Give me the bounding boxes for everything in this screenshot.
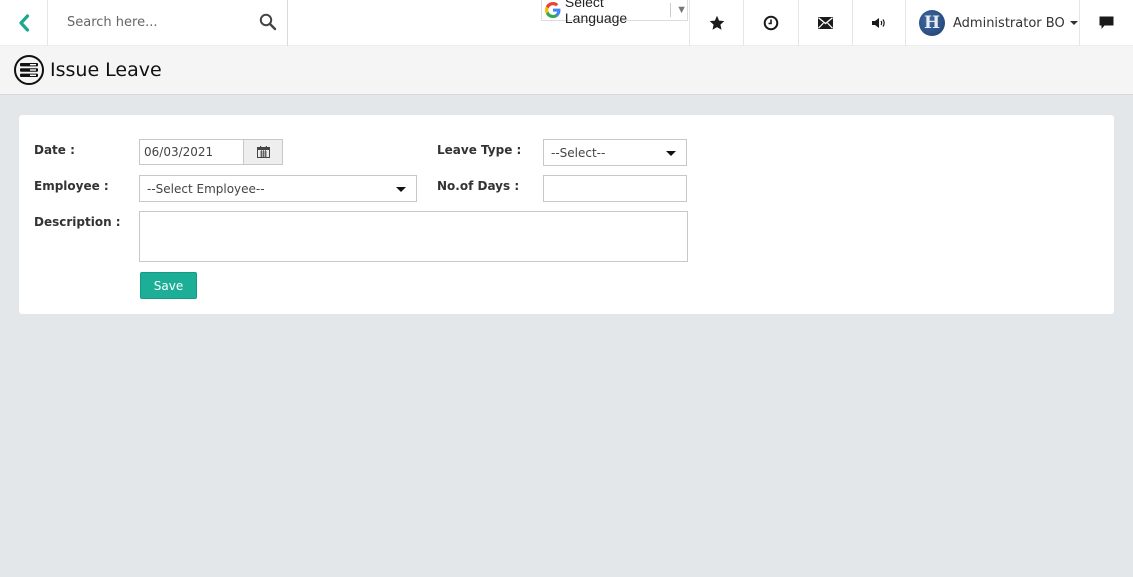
dropdown-arrow-icon [396, 187, 406, 192]
list-icon [14, 55, 44, 85]
calendar-icon [256, 146, 270, 158]
announcements-button[interactable] [852, 0, 905, 46]
leave-type-select[interactable]: --Select-- [543, 139, 687, 166]
issue-leave-form: Date : Employee : --Select Employee-- De… [19, 115, 1114, 314]
caret-down-icon [1069, 21, 1078, 25]
volume-icon [872, 18, 885, 28]
clock-icon [763, 15, 779, 31]
leave-type-selected-value: --Select-- [551, 145, 606, 160]
back-chevron-icon [18, 14, 29, 32]
google-icon [542, 1, 565, 19]
calendar-button[interactable] [243, 139, 283, 165]
avatar: H [919, 10, 945, 36]
messages-button[interactable] [798, 0, 852, 46]
days-label: No.of Days : [437, 179, 520, 193]
employee-select[interactable]: --Select Employee-- [139, 175, 417, 202]
favorites-button[interactable] [689, 0, 743, 46]
save-button[interactable]: Save [140, 272, 197, 299]
date-label: Date : [34, 143, 75, 157]
language-selector[interactable]: Select Language ▼ [541, 0, 688, 26]
chat-button[interactable] [1080, 0, 1133, 46]
back-button[interactable] [0, 0, 48, 46]
search-icon[interactable] [259, 13, 277, 31]
user-menu[interactable]: H Administrator BO [905, 0, 1080, 46]
description-label: Description : [34, 215, 121, 229]
description-textarea[interactable] [139, 211, 688, 262]
language-label: Select Language [564, 0, 628, 26]
star-icon [709, 15, 724, 30]
history-button[interactable] [743, 0, 798, 46]
employee-selected-value: --Select Employee-- [147, 181, 265, 196]
search-box [48, 0, 288, 46]
envelope-icon [818, 17, 833, 29]
dropdown-arrow-icon [666, 151, 676, 156]
user-name: Administrator BO [953, 15, 1065, 31]
employee-label: Employee : [34, 179, 109, 193]
chat-icon [1099, 16, 1114, 29]
search-input[interactable] [48, 0, 248, 45]
dropdown-triangle-icon: ▼ [676, 4, 687, 16]
page-header: Issue Leave [0, 46, 1133, 95]
page-title: Issue Leave [50, 59, 162, 81]
leave-type-label: Leave Type : [437, 143, 522, 157]
top-navbar: Select Language ▼ H Administrator BO [0, 0, 1133, 46]
date-input[interactable] [139, 139, 244, 165]
days-input[interactable] [543, 175, 687, 202]
